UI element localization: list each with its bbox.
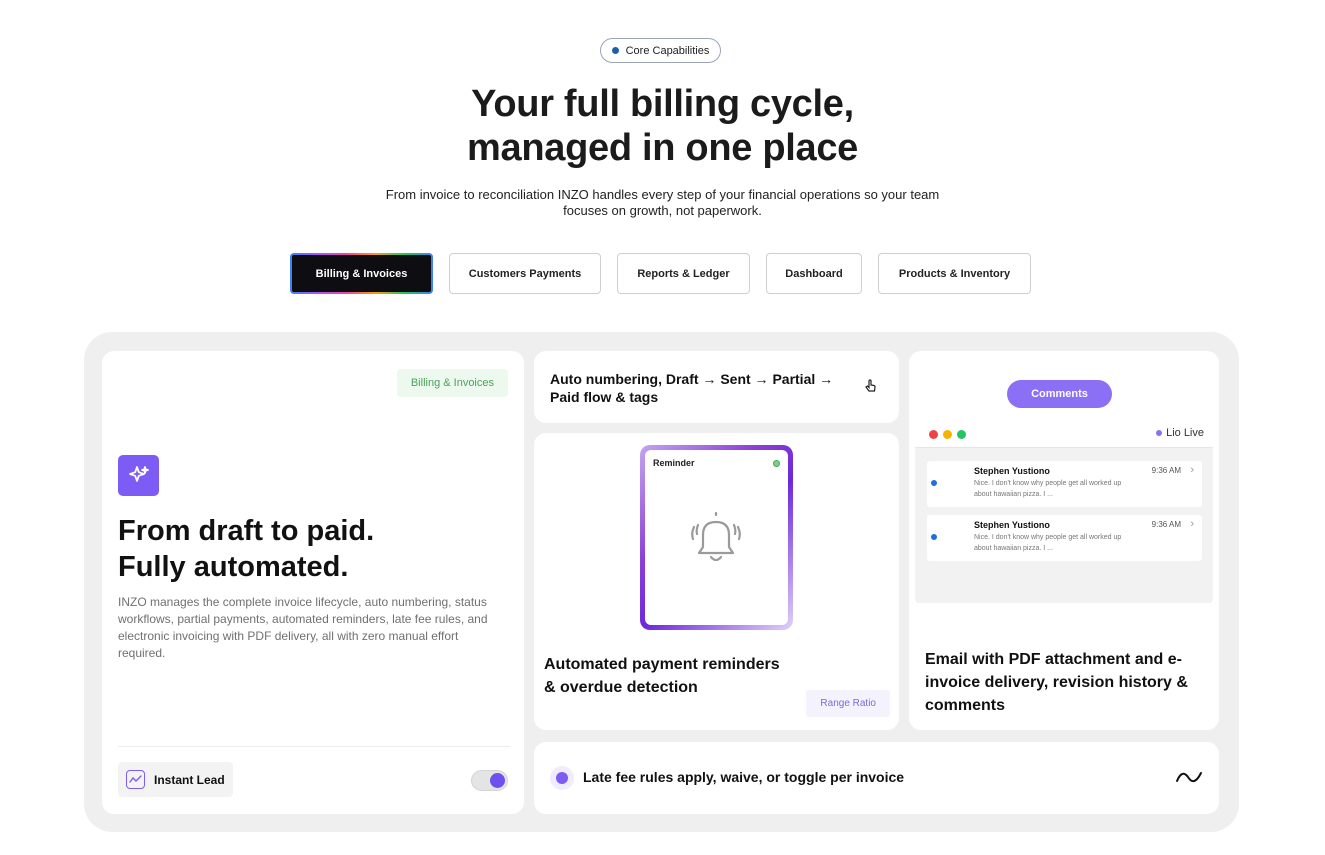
chevron-right-icon: › — [1190, 464, 1194, 476]
instant-lead-toggle[interactable] — [471, 770, 508, 791]
comment-author: Stephen Yustiono — [974, 520, 1050, 530]
window-titlebar: Lio Live — [915, 420, 1213, 448]
sparkle-icon — [118, 455, 159, 496]
reminder-label: Reminder — [653, 458, 695, 468]
title-line-2: managed in one place — [467, 127, 858, 169]
instant-lead-chip[interactable]: Instant Lead — [118, 762, 233, 797]
main-title-line-2: Fully automated. — [118, 551, 349, 583]
core-capabilities-badge: Core Capabilities — [600, 38, 721, 63]
title-line-1: Your full billing cycle, — [471, 83, 854, 125]
badge-dot — [611, 47, 619, 54]
unread-dot — [931, 480, 937, 486]
tab-billing-invoices[interactable]: Billing & Invoices — [290, 253, 433, 294]
reminder-status-dot — [773, 460, 780, 467]
reminder-card: Reminder Automated payment reminders & o… — [534, 433, 899, 730]
main-feature-description: INZO manages the complete invoice lifecy… — [118, 595, 488, 660]
comment-author: Stephen Yustiono — [974, 466, 1050, 476]
category-tag: Billing & Invoices — [396, 369, 508, 397]
capability-tabs: Billing & Invoices Customers Payments Re… — [0, 253, 1325, 294]
comments-window: Lio Live Stephen Yustiono 9:36 AM › Nice… — [915, 420, 1213, 603]
reminder-widget: Reminder — [640, 445, 793, 630]
comments-button[interactable]: Comments — [1007, 380, 1112, 408]
comments-card: Comments Lio Live Stephen Yustiono 9:36 … — [909, 351, 1219, 730]
late-fee-text: Late fee rules apply, waive, or toggle p… — [583, 769, 905, 785]
close-dot — [929, 430, 938, 439]
main-feature-card: Billing & Invoices From draft to paid. F… — [102, 351, 524, 814]
card-divider — [118, 746, 510, 747]
tab-products-inventory[interactable]: Products & Inventory — [878, 253, 1031, 294]
comment-item[interactable]: Stephen Yustiono 9:36 AM › Nice. I don't… — [927, 515, 1202, 561]
comment-time: 9:36 AM — [1151, 466, 1181, 475]
page-title: Your full billing cycle, managed in one … — [0, 82, 1325, 170]
toggle-knob — [490, 773, 505, 788]
tab-customers-payments[interactable]: Customers Payments — [449, 253, 601, 294]
badge-label: Core Capabilities — [625, 44, 710, 57]
bell-ringing-icon — [691, 511, 741, 562]
comment-time: 9:36 AM — [1151, 520, 1181, 529]
flow-card: Auto numbering, Draft → Sent → Partial →… — [534, 351, 899, 423]
live-indicator: Lio Live — [1156, 427, 1204, 439]
late-fee-dot-icon — [550, 766, 574, 790]
range-ratio-tag: Range Ratio — [806, 690, 890, 717]
tab-dashboard[interactable]: Dashboard — [766, 253, 862, 294]
comment-preview: Nice. I don't know why people get all wo… — [974, 480, 1122, 498]
cursor-click-icon — [863, 378, 877, 395]
tab-reports-ledger[interactable]: Reports & Ledger — [617, 253, 750, 294]
page-subtitle: From invoice to reconciliation INZO hand… — [385, 187, 940, 218]
chevron-right-icon: › — [1190, 518, 1194, 530]
instant-lead-label: Instant Lead — [154, 772, 225, 787]
late-fee-card: Late fee rules apply, waive, or toggle p… — [534, 742, 1219, 814]
comment-item[interactable]: Stephen Yustiono 9:36 AM › Nice. I don't… — [927, 461, 1202, 507]
reminder-card-title: Automated payment reminders & overdue de… — [544, 656, 780, 696]
unread-dot — [931, 534, 937, 540]
maximize-dot — [957, 430, 966, 439]
flow-card-text: Auto numbering, Draft → Sent → Partial →… — [550, 371, 834, 405]
comments-card-title: Email with PDF attachment and e-invoice … — [925, 651, 1188, 714]
main-title-line-1: From draft to paid. — [118, 515, 375, 547]
wave-icon — [1176, 772, 1202, 783]
comment-preview: Nice. I don't know why people get all wo… — [974, 534, 1122, 552]
live-label: Lio Live — [1166, 427, 1204, 439]
chart-line-icon — [126, 770, 145, 789]
minimize-dot — [943, 430, 952, 439]
main-feature-title: From draft to paid. Fully automated. — [118, 513, 508, 585]
